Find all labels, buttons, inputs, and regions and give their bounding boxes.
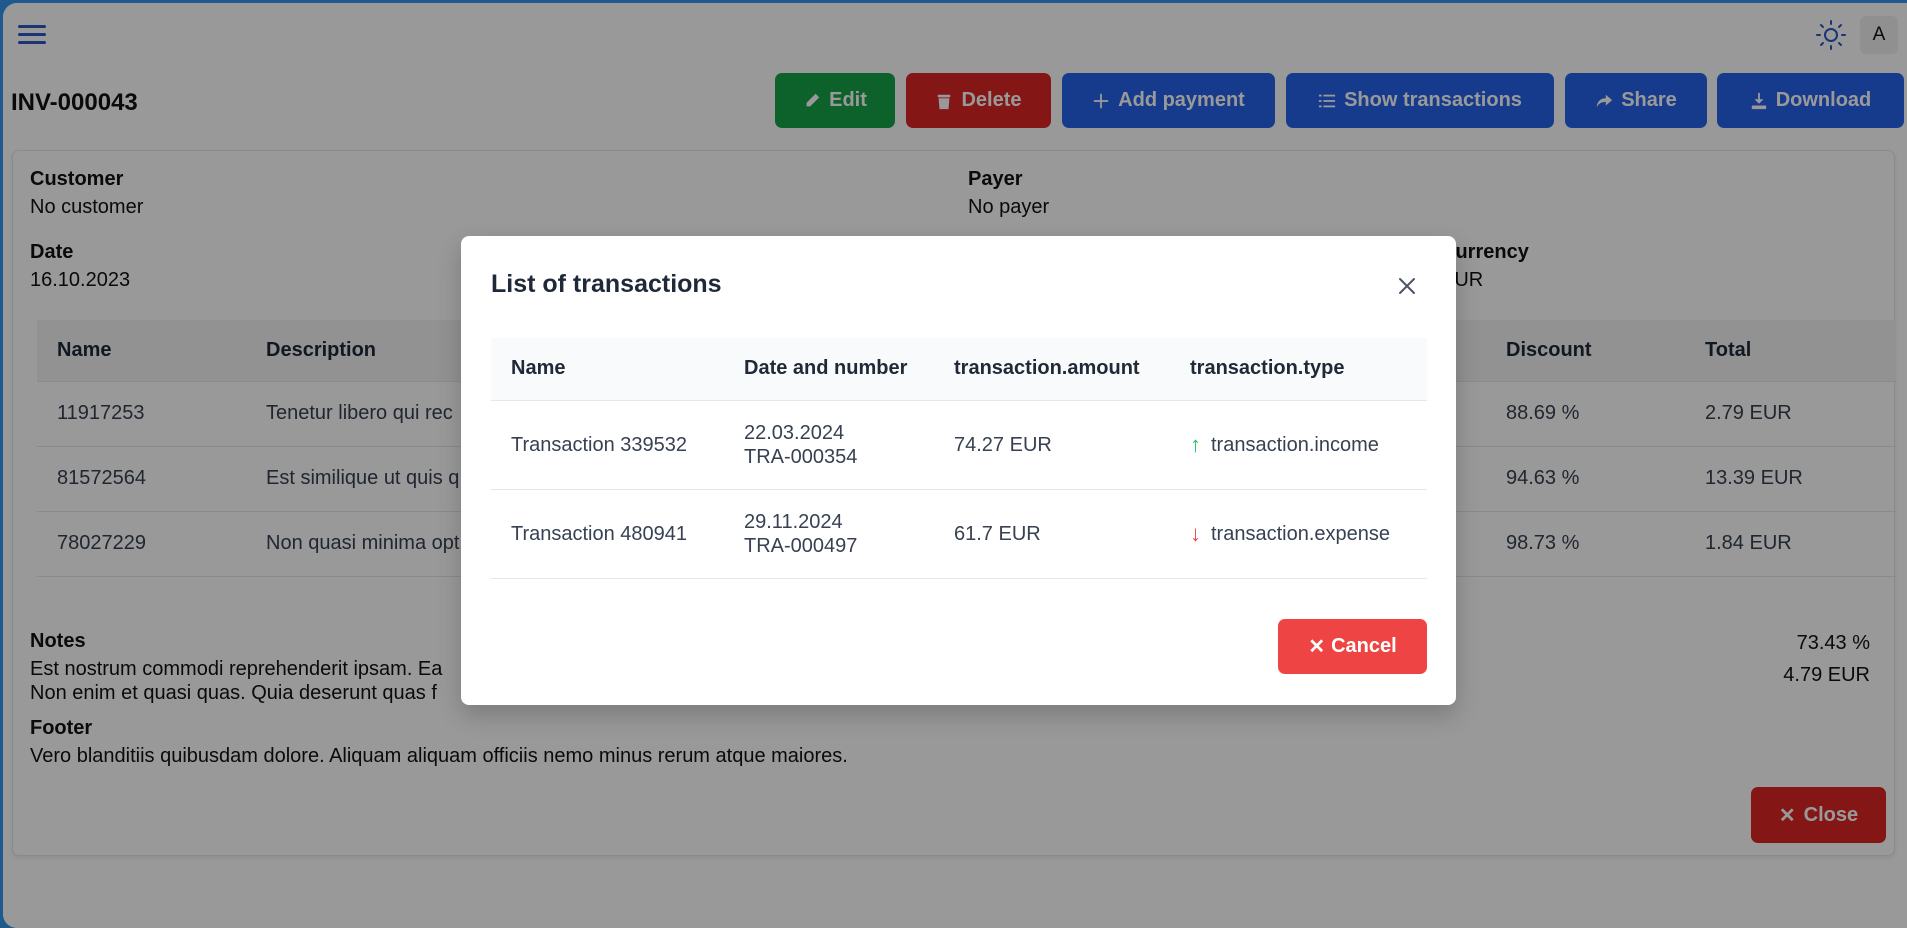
transaction-type: ↑ transaction.income <box>1170 400 1427 490</box>
cancel-button[interactable]: ✕ Cancel <box>1278 619 1427 674</box>
modal-title: List of transactions <box>491 270 722 298</box>
table-row[interactable]: Transaction 339532 22.03.2024 TRA-000354… <box>491 400 1427 490</box>
transaction-number: TRA-000354 <box>744 445 858 468</box>
col-type: transaction.type <box>1170 338 1427 401</box>
transaction-name: Transaction 339532 <box>491 400 724 490</box>
transaction-amount: 74.27 EUR <box>934 400 1170 490</box>
transaction-date: 22.03.2024 <box>744 421 845 444</box>
transactions-header-row: Name Date and number transaction.amount … <box>491 338 1427 401</box>
transaction-date-number: 22.03.2024 TRA-000354 <box>724 400 934 490</box>
col-amount: transaction.amount <box>934 338 1170 401</box>
x-icon: ✕ <box>1308 636 1326 658</box>
transaction-type-label: transaction.expense <box>1211 522 1391 545</box>
transaction-type-label: transaction.income <box>1211 433 1379 456</box>
arrow-up-icon: ↑ <box>1190 431 1201 457</box>
arrow-down-icon: ↓ <box>1190 520 1201 546</box>
transaction-name: Transaction 480941 <box>491 489 724 579</box>
cancel-label: Cancel <box>1331 635 1397 657</box>
table-row[interactable]: Transaction 480941 29.11.2024 TRA-000497… <box>491 489 1427 579</box>
transactions-table: Name Date and number transaction.amount … <box>491 338 1427 579</box>
transaction-date-number: 29.11.2024 TRA-000497 <box>724 489 934 579</box>
transaction-amount: 61.7 EUR <box>934 489 1170 579</box>
transaction-number: TRA-000497 <box>744 534 858 557</box>
col-date-number: Date and number <box>724 338 934 401</box>
col-name: Name <box>491 338 724 401</box>
transactions-modal: List of transactions Name Date and numbe… <box>461 236 1456 705</box>
transaction-type: ↓ transaction.expense <box>1170 489 1427 579</box>
app-window: A INV-000043 Edit Delete Add payment Sho… <box>3 3 1907 928</box>
transaction-date: 29.11.2024 <box>744 510 843 533</box>
close-icon[interactable] <box>1395 274 1419 298</box>
